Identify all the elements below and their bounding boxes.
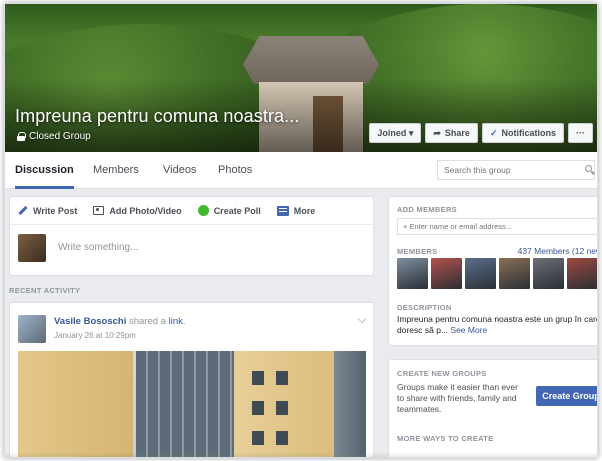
window [276,371,288,385]
lock-icon [17,132,26,141]
feed-post: Vasile Bososchi shared a link. January 2… [9,302,374,457]
window [252,431,264,445]
list-icon [276,205,289,216]
post-header: Vasile Bososchi shared a link. [54,316,186,327]
member-avatar[interactable] [465,258,496,289]
description-heading: DESCRIPTION [397,303,452,312]
window [252,371,264,385]
tab-photos[interactable]: Photos [218,164,252,176]
tab-videos[interactable]: Videos [163,164,196,176]
group-search-input[interactable] [437,160,595,180]
share-arrow-icon: ➦ [433,127,441,138]
post-timestamp[interactable]: January 26 at 10:29pm [54,331,136,340]
more-actions-button[interactable]: More [276,205,316,216]
create-groups-card: CREATE NEW GROUPS Groups make it easier … [388,359,597,457]
more-ways-heading: MORE WAYS TO CREATE [397,434,494,443]
window [252,401,264,415]
members-card: ADD MEMBERS MEMBERS 437 Members (12 new)… [388,196,598,346]
post-image[interactable] [18,351,366,457]
share-label: Share [444,128,470,138]
chevron-down-icon[interactable] [357,314,367,324]
photo-icon [93,206,105,215]
author-avatar[interactable] [18,315,46,343]
more-options-label: ··· [576,128,585,138]
share-button[interactable]: ➦ Share [425,123,478,143]
tab-members[interactable]: Members [93,164,139,176]
cover-actions: Joined ▾ ➦ Share ✓ Notifications ··· [369,123,593,143]
more-options-button[interactable]: ··· [568,123,593,143]
members-heading: MEMBERS [397,247,438,256]
window [276,431,288,445]
composer-actions: Write Post Add Photo/Video Create Poll M… [10,197,373,225]
search-icon[interactable] [585,165,592,172]
check-icon: ✓ [489,127,498,138]
joined-button[interactable]: Joined ▾ [369,123,422,143]
create-poll-button[interactable]: Create Poll [197,205,261,216]
member-photos [397,258,597,289]
joined-label: Joined ▾ [377,127,414,138]
members-count-link[interactable]: 437 Members (12 new) [518,246,597,256]
add-member-input[interactable] [397,218,597,235]
group-privacy: Closed Group [17,131,91,142]
group-tabs: Discussion Members Videos Photos [5,152,597,189]
post-composer: Write Post Add Photo/Video Create Poll M… [9,196,374,276]
member-avatar[interactable] [567,258,597,289]
member-avatar[interactable] [533,258,564,289]
user-avatar[interactable] [18,234,46,262]
facebook-group-page: Impreuna pentru comuna noastra... Closed… [4,3,598,458]
add-members-heading: ADD MEMBERS [397,205,457,214]
see-more-link[interactable]: See More [450,325,487,335]
page-edge-shade [5,452,597,457]
building-facade [234,351,334,457]
write-post-label: Write Post [33,205,78,216]
write-post-button[interactable]: Write Post [18,206,77,216]
building-facade [18,351,133,457]
create-groups-heading: CREATE NEW GROUPS [397,369,487,378]
description-text: Impreuna pentru comuna noastra este un g… [397,314,598,335]
notifications-button[interactable]: ✓ Notifications [481,123,564,143]
create-poll-label: Create Poll [213,205,261,216]
window [276,401,288,415]
recent-activity-heading: RECENT ACTIVITY [9,286,81,295]
tab-discussion[interactable]: Discussion [15,164,74,189]
add-photo-video-button[interactable]: Add Photo/Video [93,205,182,216]
member-avatar[interactable] [397,258,428,289]
post-author-link[interactable]: Vasile Bososchi [54,316,126,327]
post-action-text: shared a [126,316,169,327]
member-avatar[interactable] [499,258,530,289]
group-title[interactable]: Impreuna pentru comuna noastra... [15,106,299,127]
glass-facade [136,351,234,457]
group-privacy-label: Closed Group [29,131,91,142]
building-facade [334,351,366,457]
post-action-end: . [182,316,186,327]
write-something-input[interactable]: Write something... [58,242,138,253]
create-group-button[interactable]: Create Group [536,386,597,406]
add-photo-video-label: Add Photo/Video [109,205,182,216]
member-avatar[interactable] [431,258,462,289]
cover-photo: Impreuna pentru comuna noastra... Closed… [5,4,597,152]
poll-icon [197,205,209,216]
more-actions-label: More [293,205,316,216]
notifications-label: Notifications [501,128,556,138]
post-link[interactable]: link [169,316,183,327]
pencil-icon [18,205,28,216]
create-groups-text: Groups make it easier than ever to share… [397,382,518,414]
group-description: Impreuna pentru comuna noastra este un g… [397,314,598,336]
